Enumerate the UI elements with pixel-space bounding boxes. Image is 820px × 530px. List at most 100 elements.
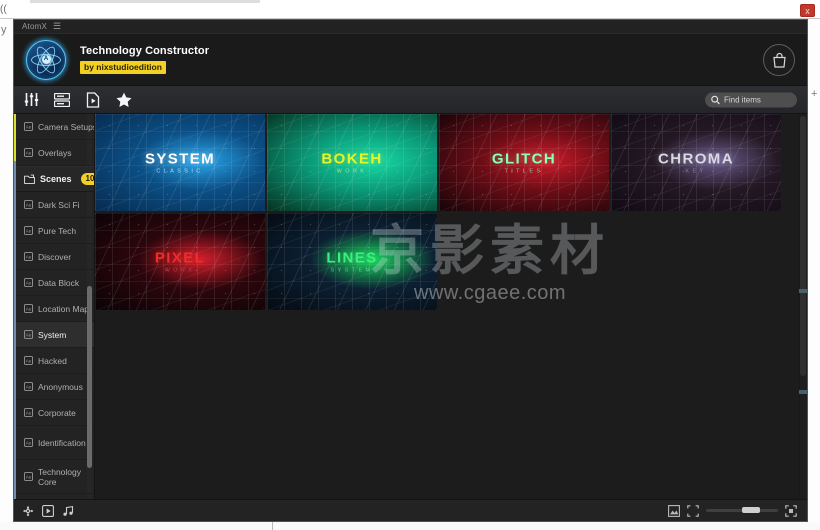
sidebar-item-label: Scenes [40, 174, 72, 184]
product-title: Technology Constructor [80, 44, 210, 57]
close-button[interactable]: x [800, 4, 815, 17]
gallery-card[interactable]: PIXEL WORX [95, 213, 265, 310]
card-caption: CHROMA KEY [611, 151, 781, 174]
sidebar-list: Ae Camera Setups Ae Overlays Scenes 108 Ae D… [16, 114, 94, 499]
scene-item-icon: Ae [24, 252, 33, 261]
sidebar-item-label: Camera Setups [38, 121, 95, 132]
card-caption: LINES SYSTEM [267, 250, 437, 273]
svg-text:Ae: Ae [26, 384, 32, 389]
scene-item-icon: Ae [24, 330, 33, 339]
sidebar-item-dark-sci-fi[interactable]: Ae Dark Sci Fi [16, 192, 94, 218]
sidebar-scrollbar-track[interactable] [87, 286, 92, 468]
gallery-card[interactable]: GLITCH TITLES [439, 114, 609, 211]
gallery-scrollbar-thumb[interactable] [800, 116, 806, 376]
sidebar-item-label: Pure Tech [38, 225, 77, 236]
scene-item-icon: Ae [24, 200, 33, 209]
star-icon[interactable] [115, 91, 133, 109]
folder-scenes-icon [24, 174, 35, 184]
svg-text:Ae: Ae [26, 124, 32, 129]
sidebar-item-label: Overlays [38, 147, 72, 158]
gallery-scrollbar-rail[interactable] [799, 114, 807, 499]
host-plus-glyph: + [811, 88, 818, 100]
thumbnail-size-icon[interactable] [668, 504, 680, 517]
logo-letter: A [41, 55, 51, 64]
zoom-slider[interactable] [706, 507, 778, 513]
atom-logo-icon: A [21, 34, 71, 85]
layers-list-icon[interactable] [53, 91, 71, 109]
sidebar-item-label: Corporate [38, 407, 76, 418]
app-name-label: AtomX [22, 22, 48, 31]
thumbnail-grid: SYSTEM CLASSIC BOKEH WORK GLITCH TITLES CHROMA… [95, 114, 799, 310]
svg-text:Ae: Ae [26, 202, 32, 207]
sidebar-item-technology-core[interactable]: Ae Technology Core [16, 460, 94, 494]
sidebar-item-anonymous[interactable]: Ae Anonymous [16, 374, 94, 400]
card-title: PIXEL [154, 249, 206, 266]
sidebar-item-data-block[interactable]: Ae Data Block [16, 270, 94, 296]
gallery-card[interactable]: BOKEH WORK [267, 114, 437, 211]
svg-text:Ae: Ae [26, 410, 32, 415]
svg-text:Ae: Ae [26, 228, 32, 233]
host-page: (( x y + AtomX ☰ A Technology Constructo… [0, 0, 820, 530]
sidebar-item-location-map[interactable]: Ae Location Map [16, 296, 94, 322]
sliders-icon[interactable] [22, 91, 40, 109]
host-side-glyph: y [1, 24, 7, 36]
card-subtitle: TITLES [504, 168, 544, 174]
card-subtitle: SYSTEM [330, 267, 374, 273]
card-caption: SYSTEM CLASSIC [95, 151, 265, 174]
host-left-edge-glyph: (( [0, 4, 7, 15]
sidebar-scrollbar-thumb[interactable] [87, 286, 92, 468]
gallery-card[interactable]: CHROMA KEY [611, 114, 781, 211]
host-bottom-strip [0, 522, 820, 530]
scenes-count-badge: 108 [80, 173, 94, 185]
sidebar-item-pure-tech[interactable]: Ae Pure Tech [16, 218, 94, 244]
card-subtitle: CLASSIC [156, 168, 204, 174]
preview-play-icon[interactable] [42, 504, 54, 517]
card-title: SYSTEM [144, 150, 216, 167]
card-subtitle: WORX [164, 267, 196, 273]
card-caption: PIXEL WORX [95, 250, 265, 273]
sidebar-item-identification[interactable]: Ae Identification [16, 426, 94, 460]
host-bottom-divider [272, 522, 273, 530]
fit-frame-icon[interactable] [687, 504, 699, 517]
product-author-badge: by nixstudioedition [80, 60, 166, 74]
hamburger-icon[interactable]: ☰ [53, 22, 61, 31]
scene-item-icon: Ae [24, 278, 33, 287]
svg-text:Ae: Ae [26, 332, 32, 337]
gallery-panel: SYSTEM CLASSIC BOKEH WORK GLITCH TITLES CHROMA… [95, 114, 807, 499]
sidebar-item-scenes[interactable]: Scenes 108 [16, 166, 94, 192]
scene-item-icon: Ae [24, 226, 33, 235]
sidebar-item-label: Location Map [38, 303, 90, 314]
sidebar-item-camera-setups[interactable]: Ae Camera Setups [16, 114, 94, 140]
gallery-scroll-mark-b [799, 390, 807, 394]
expand-view-icon[interactable] [785, 504, 797, 517]
scene-item-icon: Ae [24, 356, 33, 365]
sidebar-item-overlays[interactable]: Ae Overlays [16, 140, 94, 166]
sidebar-item-corporate[interactable]: Ae Corporate [16, 400, 94, 426]
transform-target-icon[interactable] [22, 505, 34, 517]
svg-text:Ae: Ae [26, 440, 32, 445]
gallery-card[interactable]: SYSTEM CLASSIC [95, 114, 265, 211]
sidebar-item-label: System [38, 329, 67, 340]
sidebar-item-discover[interactable]: Ae Discover [16, 244, 94, 270]
file-play-icon[interactable] [84, 91, 102, 109]
svg-text:Ae: Ae [26, 306, 32, 311]
shopping-bag-icon[interactable] [763, 43, 795, 76]
sidebar-item-label: Technology Core [38, 466, 82, 487]
sidebar-item-system[interactable]: Ae System [16, 322, 94, 348]
scene-item-icon: Ae [24, 382, 33, 391]
card-subtitle: KEY [685, 168, 707, 174]
card-caption: BOKEH WORK [267, 151, 437, 174]
zoom-slider-knob[interactable] [742, 507, 760, 513]
sidebar-item-hacked[interactable]: Ae Hacked [16, 348, 94, 374]
category-sidebar[interactable]: Ae Camera Setups Ae Overlays Scenes 108 Ae D… [14, 114, 95, 499]
main-toolbar: Find items [14, 86, 807, 114]
scene-item-icon: Ae [24, 408, 33, 417]
scene-item-icon: Ae [24, 438, 33, 447]
search-input[interactable]: Find items [705, 92, 797, 107]
brand-header: A Technology Constructor by nixstudioedi… [14, 34, 807, 86]
audio-note-icon[interactable] [62, 505, 74, 517]
sidebar-item-label: Data Block [38, 277, 80, 288]
gallery-scroll-mark-a [799, 289, 807, 293]
gallery-card[interactable]: LINES SYSTEM [267, 213, 437, 310]
sidebar-item-label: Discover [38, 251, 72, 262]
